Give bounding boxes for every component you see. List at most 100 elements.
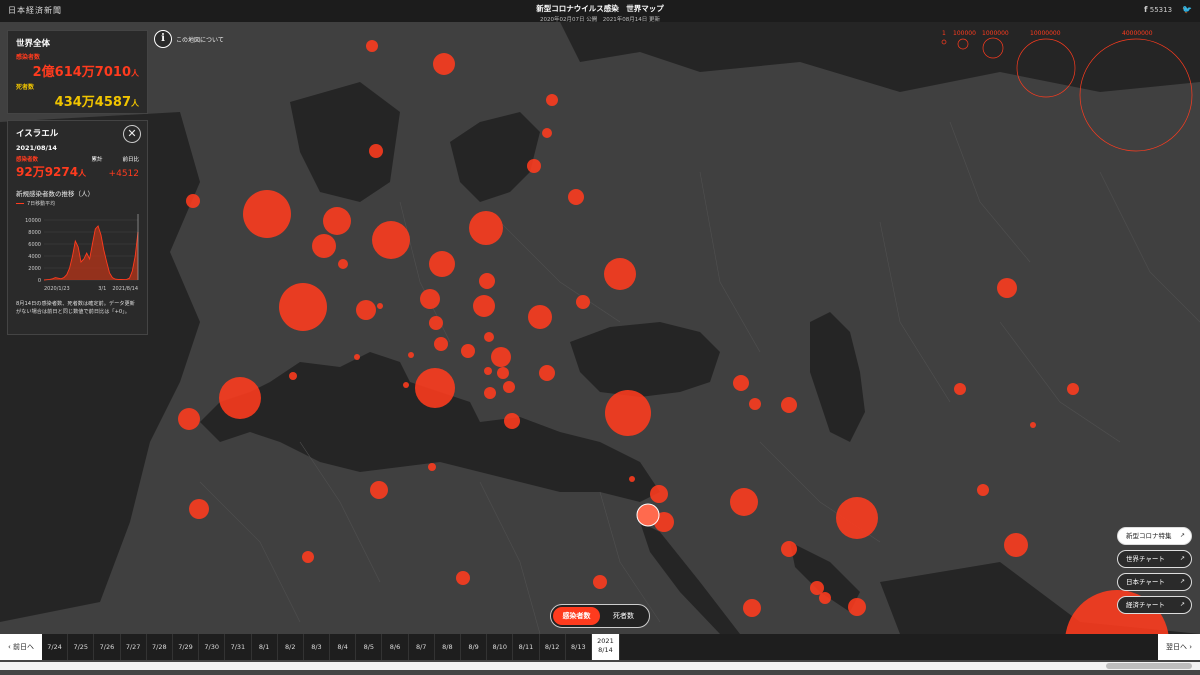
bubble[interactable] bbox=[484, 332, 494, 342]
bubble[interactable] bbox=[323, 207, 351, 235]
bubble[interactable] bbox=[456, 571, 470, 585]
about-map[interactable]: i この地図について bbox=[154, 30, 224, 48]
bubble[interactable] bbox=[1067, 383, 1079, 395]
timeline-day[interactable]: 7/31 bbox=[225, 634, 252, 660]
timeline-day[interactable]: 8/5 bbox=[356, 634, 383, 660]
bubble[interactable] bbox=[977, 484, 989, 496]
bubble[interactable] bbox=[848, 598, 866, 616]
timeline-day[interactable]: 8/11 bbox=[513, 634, 540, 660]
scrollbar-track[interactable] bbox=[0, 662, 1200, 670]
timeline-day[interactable]: 7/25 bbox=[68, 634, 95, 660]
bubble[interactable] bbox=[434, 337, 448, 351]
timeline-day[interactable]: 8/2 bbox=[278, 634, 304, 660]
timeline-day[interactable]: 7/29 bbox=[173, 634, 200, 660]
bubble[interactable] bbox=[370, 481, 388, 499]
timeline-day[interactable]: 7/28 bbox=[147, 634, 173, 660]
prev-day-button[interactable]: ‹ 前日へ bbox=[0, 634, 42, 660]
bubble[interactable] bbox=[503, 381, 515, 393]
timeline-day[interactable]: 8/1 bbox=[252, 634, 278, 660]
bubble[interactable] bbox=[733, 375, 749, 391]
link-world-chart[interactable]: 世界チャート ↗ bbox=[1117, 550, 1192, 568]
bubble[interactable] bbox=[461, 344, 475, 358]
info-icon[interactable]: i bbox=[154, 30, 172, 48]
bubble[interactable] bbox=[366, 40, 378, 52]
bubble[interactable] bbox=[781, 397, 797, 413]
timeline-day[interactable]: 8/10 bbox=[487, 634, 514, 660]
bubble[interactable] bbox=[1004, 533, 1028, 557]
bubble[interactable] bbox=[356, 300, 376, 320]
bubble[interactable] bbox=[473, 295, 495, 317]
bubble[interactable] bbox=[491, 347, 511, 367]
bubble[interactable] bbox=[178, 408, 200, 430]
timeline-day[interactable]: 7/24 bbox=[42, 634, 69, 660]
mode-cases-button[interactable]: 感染者数 bbox=[553, 607, 600, 625]
bubble[interactable] bbox=[749, 398, 761, 410]
bubble[interactable] bbox=[1030, 422, 1036, 428]
bubble[interactable] bbox=[576, 295, 590, 309]
bubble[interactable] bbox=[429, 251, 455, 277]
bubble[interactable] bbox=[369, 144, 383, 158]
bubble[interactable] bbox=[433, 53, 455, 75]
bubble-italy[interactable] bbox=[415, 368, 455, 408]
timeline-day[interactable]: 7/27 bbox=[121, 634, 147, 660]
bubble[interactable] bbox=[539, 365, 555, 381]
bubble[interactable] bbox=[302, 551, 314, 563]
timeline-day[interactable]: 8/3 bbox=[304, 634, 331, 660]
facebook-share[interactable]: f 55313 bbox=[1144, 5, 1172, 14]
bubble[interactable] bbox=[420, 289, 440, 309]
bubble[interactable] bbox=[484, 387, 496, 399]
bubble[interactable] bbox=[186, 194, 200, 208]
link-japan-chart[interactable]: 日本チャート ↗ bbox=[1117, 573, 1192, 591]
close-icon[interactable]: ✕ bbox=[123, 125, 141, 143]
bubble[interactable] bbox=[428, 463, 436, 471]
timeline-day[interactable]: 8/12 bbox=[540, 634, 566, 660]
bubble[interactable] bbox=[542, 128, 552, 138]
link-economy-chart[interactable]: 経済チャート ↗ bbox=[1117, 596, 1192, 614]
bubble-ukraine[interactable] bbox=[604, 258, 636, 290]
bubble[interactable] bbox=[743, 599, 761, 617]
bubble[interactable] bbox=[504, 413, 520, 429]
timeline-day[interactable]: 8/6 bbox=[382, 634, 409, 660]
timeline-day[interactable]: 7/26 bbox=[94, 634, 121, 660]
bubble[interactable] bbox=[408, 352, 414, 358]
bubble-france[interactable] bbox=[279, 283, 327, 331]
bubble[interactable] bbox=[546, 94, 558, 106]
bubble[interactable] bbox=[781, 541, 797, 557]
bubble[interactable] bbox=[354, 354, 360, 360]
timeline-day[interactable]: 7/30 bbox=[199, 634, 226, 660]
bubble[interactable] bbox=[528, 305, 552, 329]
bubble[interactable] bbox=[312, 234, 336, 258]
bubble[interactable] bbox=[650, 485, 668, 503]
timeline-day-current[interactable]: 2021 8/14 bbox=[591, 634, 620, 660]
link-covid-special[interactable]: 新型コロナ特集 ↗ bbox=[1117, 527, 1192, 545]
timeline-day[interactable]: 8/9 bbox=[461, 634, 488, 660]
bubble[interactable] bbox=[954, 383, 966, 395]
bubble-uk[interactable] bbox=[243, 190, 291, 238]
next-day-button[interactable]: 翌日へ › bbox=[1158, 634, 1200, 660]
mode-deaths-button[interactable]: 死者数 bbox=[600, 607, 647, 625]
bubble[interactable] bbox=[497, 367, 509, 379]
world-map[interactable]: 1 100000 1000000 10000000 40000000 bbox=[0, 22, 1200, 634]
bubble[interactable] bbox=[377, 303, 383, 309]
bubble-germany[interactable] bbox=[372, 221, 410, 259]
timeline-day[interactable]: 8/4 bbox=[330, 634, 357, 660]
bubble[interactable] bbox=[429, 316, 443, 330]
bubble-iran[interactable] bbox=[836, 497, 878, 539]
timeline-day[interactable]: 8/7 bbox=[409, 634, 435, 660]
bubble[interactable] bbox=[469, 211, 503, 245]
bubble-spain[interactable] bbox=[219, 377, 261, 419]
bubble[interactable] bbox=[403, 382, 409, 388]
twitter-icon[interactable]: 🐦 bbox=[1182, 5, 1192, 14]
bubble[interactable] bbox=[629, 476, 635, 482]
bubble[interactable] bbox=[338, 259, 348, 269]
bubble[interactable] bbox=[997, 278, 1017, 298]
bubble[interactable] bbox=[289, 372, 297, 380]
bubble[interactable] bbox=[479, 273, 495, 289]
bubble[interactable] bbox=[189, 499, 209, 519]
timeline-day[interactable]: 8/13 bbox=[566, 634, 592, 660]
timeline-day[interactable]: 8/8 bbox=[435, 634, 461, 660]
bubble[interactable] bbox=[730, 488, 758, 516]
bubble[interactable] bbox=[484, 367, 492, 375]
bubble[interactable] bbox=[527, 159, 541, 173]
bubble-israel-selected[interactable] bbox=[636, 503, 660, 527]
